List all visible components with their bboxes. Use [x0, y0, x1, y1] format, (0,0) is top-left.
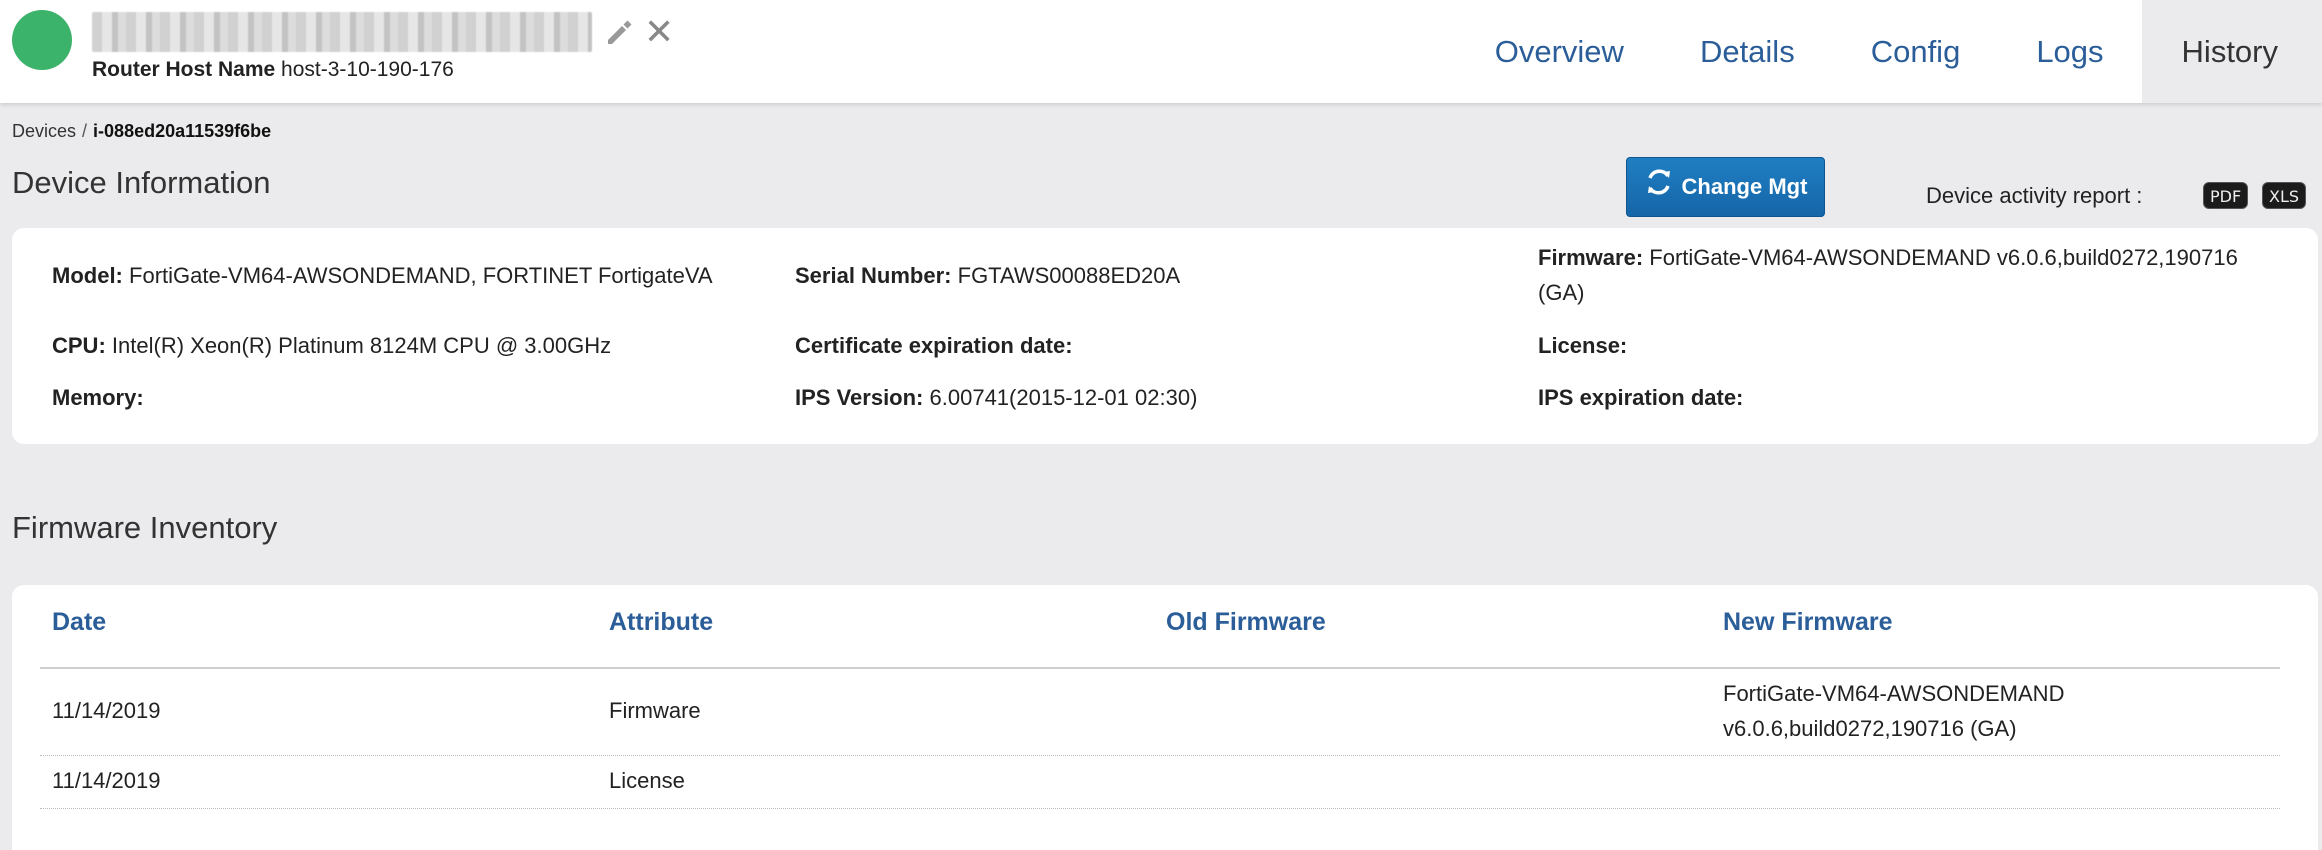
cpu-field: CPU: Intel(R) Xeon(R) Platinum 8124M CPU… [52, 328, 611, 363]
status-indicator-icon [12, 10, 72, 70]
breadcrumb: Devices / i-088ed20a11539f6be [12, 121, 271, 142]
firmware-label: Firmware: [1538, 245, 1644, 270]
serial-number-field: Serial Number: FGTAWS00088ED20A [795, 258, 1180, 293]
breadcrumb-devices-link[interactable]: Devices [12, 121, 76, 141]
tab-bar: Overview Details Config Logs History [1457, 0, 2322, 103]
firmware-field: Firmware: FortiGate-VM64-AWSONDEMAND v6.… [1538, 240, 2238, 310]
column-header-date[interactable]: Date [52, 608, 106, 637]
license-label: License: [1538, 333, 1628, 358]
row-divider [40, 808, 2280, 809]
certificate-expiration-label: Certificate expiration date: [795, 333, 1073, 358]
breadcrumb-separator: / [82, 121, 88, 141]
firmware-inventory-title: Firmware Inventory [12, 510, 278, 545]
table-header-divider [40, 667, 2280, 669]
certificate-expiration-field: Certificate expiration date: [795, 328, 1073, 363]
ips-expiration-field: IPS expiration date: [1538, 380, 1743, 415]
tab-history[interactable]: History [2141, 0, 2322, 103]
firmware-value: FortiGate-VM64-AWSONDEMAND v6.0.6,build0… [1649, 245, 2238, 270]
row-divider [40, 755, 2280, 756]
router-host-name: Router Host Name host-3-10-190-176 [92, 58, 454, 82]
memory-label: Memory: [52, 385, 144, 410]
row-attribute: Firmware [609, 698, 701, 723]
xls-export-icon[interactable]: XLS [2262, 182, 2307, 209]
ips-expiration-label: IPS expiration date: [1538, 385, 1744, 410]
row-new-firmware-line2: v6.0.6,build0272,190716 (GA) [1723, 716, 2017, 741]
router-host-name-label: Router Host Name [92, 58, 276, 81]
memory-field: Memory: [52, 380, 144, 415]
firmware-value-line2: (GA) [1538, 280, 1585, 305]
pdf-export-icon[interactable]: PDF [2203, 182, 2249, 209]
serial-number-value: FGTAWS00088ED20A [957, 263, 1181, 288]
device-information-title: Device Information [12, 165, 271, 200]
edit-pencil-icon[interactable] [602, 16, 634, 48]
ips-version-field: IPS Version: 6.00741(2015-12-01 02:30) [795, 380, 1197, 415]
tab-config[interactable]: Config [1833, 0, 1999, 103]
close-icon[interactable]: ✕ [644, 14, 674, 50]
change-mgt-label: Change Mgt [1681, 174, 1808, 199]
tab-overview[interactable]: Overview [1457, 0, 1662, 103]
refresh-icon [1647, 169, 1670, 195]
router-host-name-value: host-3-10-190-176 [281, 58, 454, 81]
row-attribute: License [609, 768, 685, 793]
cpu-label: CPU: [52, 333, 106, 358]
change-mgt-button[interactable]: Change Mgt [1626, 157, 1825, 217]
device-name-redacted [92, 12, 592, 52]
device-header: ✕ Router Host Name host-3-10-190-176 Ove… [0, 0, 2322, 103]
ips-version-value: 6.00741(2015-12-01 02:30) [929, 385, 1198, 410]
ips-version-label: IPS Version: [795, 385, 924, 410]
cpu-value: Intel(R) Xeon(R) Platinum 8124M CPU @ 3.… [111, 333, 612, 358]
model-value: FortiGate-VM64-AWSONDEMAND, FORTINET For… [129, 263, 713, 288]
column-header-new-firmware[interactable]: New Firmware [1723, 608, 1893, 637]
model-label: Model: [52, 263, 123, 288]
license-field: License: [1538, 328, 1627, 363]
tab-logs[interactable]: Logs [1998, 0, 2141, 103]
row-new-firmware-line1: FortiGate-VM64-AWSONDEMAND [1723, 681, 2065, 706]
column-header-old-firmware[interactable]: Old Firmware [1166, 608, 1326, 637]
device-activity-report-label: Device activity report : [1926, 183, 2143, 208]
serial-number-label: Serial Number: [795, 263, 952, 288]
row-new-firmware: FortiGate-VM64-AWSONDEMAND v6.0.6,build0… [1723, 676, 2064, 746]
row-date: 11/14/2019 [52, 768, 161, 793]
breadcrumb-current: i-088ed20a11539f6be [93, 121, 272, 141]
tab-details[interactable]: Details [1662, 0, 1833, 103]
model-field: Model: FortiGate-VM64-AWSONDEMAND, FORTI… [52, 258, 713, 293]
column-header-attribute[interactable]: Attribute [609, 608, 713, 637]
row-date: 11/14/2019 [52, 698, 161, 723]
